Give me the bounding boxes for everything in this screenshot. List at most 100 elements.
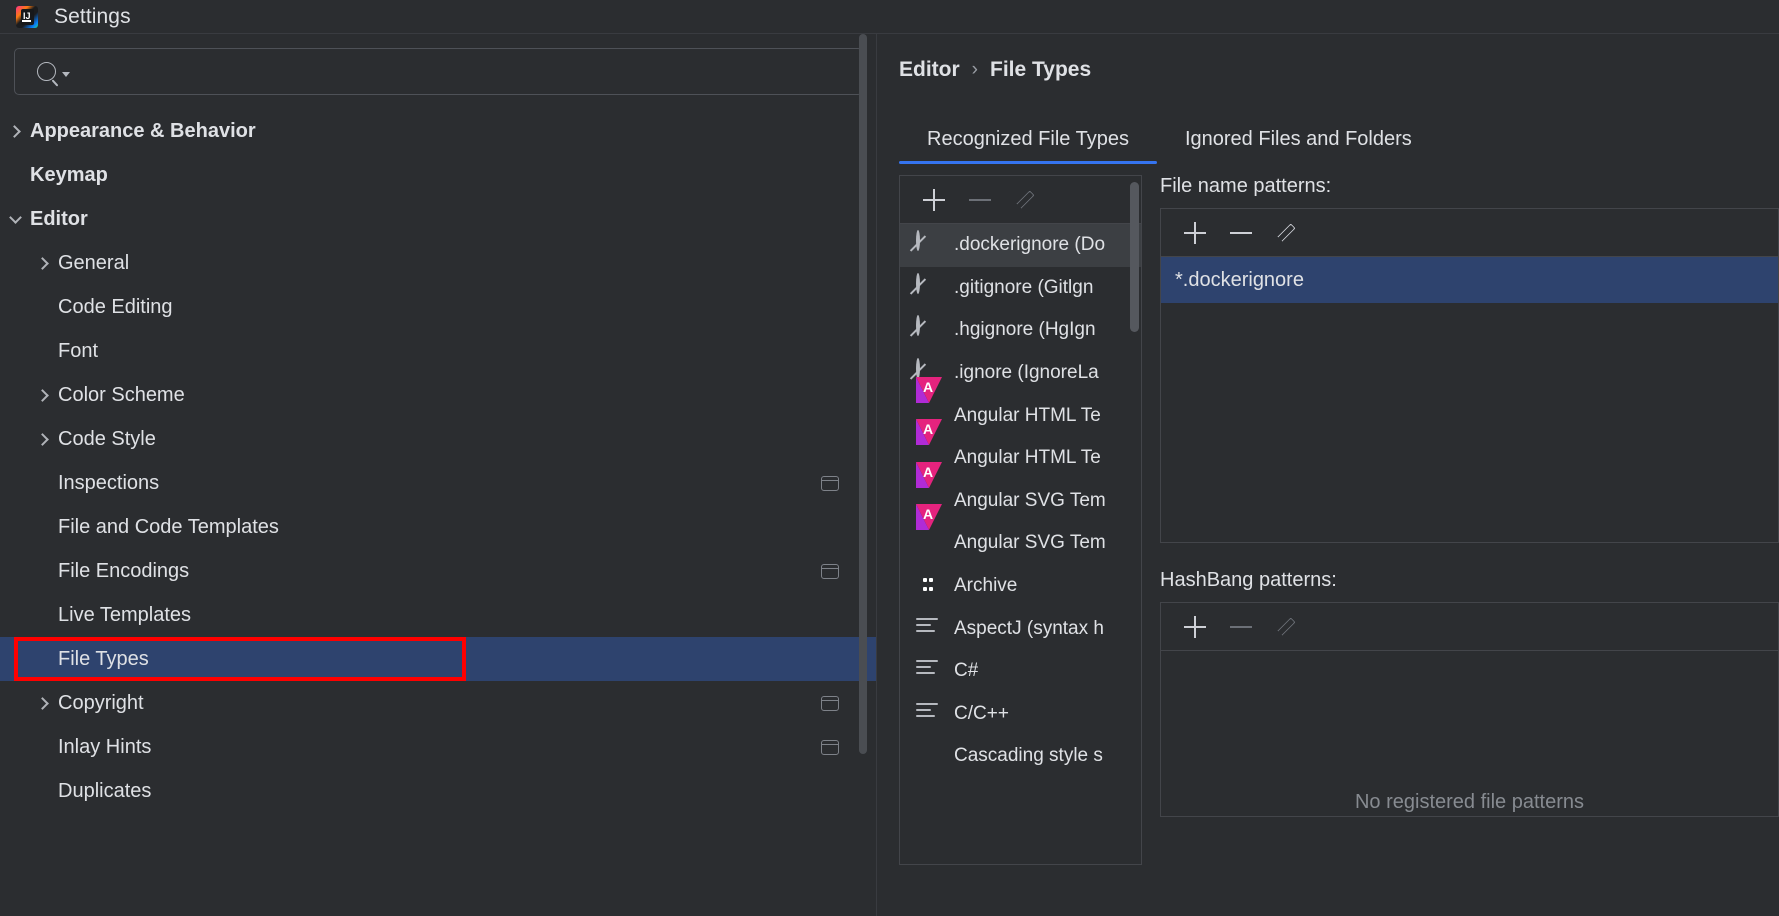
remove-file-type-button[interactable] — [960, 182, 1000, 218]
sidebar-item-inlay-hints[interactable]: Inlay Hints — [0, 725, 877, 769]
hashbang-patterns-list[interactable]: No registered file patterns — [1161, 651, 1778, 816]
edit-file-type-button[interactable] — [1006, 182, 1046, 218]
file-types-list[interactable]: .dockerignore (Do .gitignore (Gitlgn .hgig… — [900, 224, 1141, 864]
search-icon-group[interactable] — [37, 62, 70, 81]
search-container — [0, 34, 877, 95]
sidebar-item-label: Live Templates — [58, 603, 192, 626]
file-type-name: Angular HTML Te — [954, 404, 1101, 426]
minus-icon — [1230, 625, 1252, 628]
sidebar-item-copyright[interactable]: Copyright — [0, 681, 877, 725]
sidebar-item-label: Color Scheme — [58, 383, 185, 406]
breadcrumb-parent[interactable]: Editor — [899, 58, 960, 82]
file-type-list-item[interactable]: AspectJ (syntax h — [900, 607, 1141, 650]
sidebar-item-file-types[interactable]: File Types — [0, 637, 877, 681]
file-type-name: C# — [954, 660, 979, 682]
file-types-toolbar — [900, 176, 1141, 224]
remove-hashbang-pattern-button[interactable] — [1221, 609, 1261, 645]
sidebar-item-label: File Types — [58, 647, 149, 670]
file-type-name: .dockerignore (Do — [954, 234, 1106, 256]
search-input[interactable] — [78, 61, 850, 82]
ignore-icon — [916, 230, 942, 258]
sidebar-item-font[interactable]: Font — [0, 329, 877, 373]
file-type-list-item[interactable]: .dockerignore (Do — [900, 224, 1141, 267]
chevron-right-icon[interactable] — [28, 432, 58, 446]
sidebar-item-color-scheme[interactable]: Color Scheme — [0, 373, 877, 417]
tab-ignored-files-and-folders[interactable]: Ignored Files and Folders — [1157, 128, 1440, 164]
sidebar-item-label: Copyright — [58, 691, 144, 714]
sidebar-item-label: Keymap — [30, 163, 108, 186]
sidebar-item-label: General — [58, 251, 130, 274]
sidebar-item-inspections[interactable]: Inspections — [0, 461, 877, 505]
file-types-list-scrollbar[interactable] — [1130, 182, 1139, 332]
sidebar-item-keymap[interactable]: Keymap — [0, 153, 877, 197]
project-level-settings-icon — [821, 475, 839, 491]
sidebar-item-label: Font — [58, 339, 99, 362]
add-file-type-button[interactable] — [914, 182, 954, 218]
sidebar-scrollbar[interactable] — [859, 34, 867, 754]
text-lines-icon — [916, 616, 942, 642]
sidebar-item-appearance-behavior[interactable]: Appearance & Behavior — [0, 109, 877, 153]
chevron-right-icon[interactable] — [28, 256, 58, 270]
file-type-list-item[interactable]: Angular SVG Tem — [900, 504, 1141, 565]
chevron-right-icon[interactable] — [0, 124, 30, 138]
search-icon — [37, 62, 56, 81]
minus-icon — [1230, 231, 1252, 234]
sidebar-item-general[interactable]: General — [0, 241, 877, 285]
add-hashbang-pattern-button[interactable] — [1175, 609, 1215, 645]
sidebar-item-label: Appearance & Behavior — [30, 119, 256, 142]
sidebar-item-label: File and Code Templates — [58, 515, 279, 538]
breadcrumb: Editor › File Types — [899, 58, 1779, 82]
file-type-name: AspectJ (syntax h — [954, 617, 1104, 639]
file-type-list-item[interactable]: C# — [900, 650, 1141, 693]
search-box[interactable] — [14, 48, 863, 95]
file-name-patterns-label: File name patterns: — [1160, 175, 1332, 197]
sidebar-item-label: Inspections — [58, 471, 160, 494]
file-type-name: Angular SVG Tem — [954, 532, 1106, 554]
intellij-idea-logo-icon: IJ — [14, 4, 40, 30]
tab-recognized-file-types[interactable]: Recognized File Types — [899, 128, 1157, 164]
file-type-list-item[interactable]: .hgignore (HgIgn — [900, 309, 1141, 352]
sidebar-item-code-editing[interactable]: Code Editing — [0, 285, 877, 329]
ignore-icon — [916, 272, 942, 301]
text-lines-icon — [916, 701, 942, 727]
chevron-right-icon[interactable] — [28, 696, 58, 710]
hashbang-patterns-toolbar — [1161, 603, 1778, 651]
sidebar-item-label: Code Editing — [58, 295, 173, 318]
sidebar-item-label: Inlay Hints — [58, 735, 152, 758]
sidebar-item-label: File Encodings — [58, 559, 190, 582]
pencil-icon — [1015, 189, 1037, 211]
file-name-patterns-panel: *.dockerignore — [1160, 208, 1779, 543]
edit-hashbang-pattern-button[interactable] — [1267, 609, 1307, 645]
project-level-settings-icon — [821, 563, 839, 579]
edit-file-name-pattern-button[interactable] — [1267, 215, 1307, 251]
file-name-pattern-item[interactable]: *.dockerignore — [1161, 257, 1778, 303]
chevron-down-icon[interactable] — [0, 210, 30, 224]
file-type-list-item[interactable]: .gitignore (Gitlgn — [900, 267, 1141, 310]
settings-tree[interactable]: Appearance & Behavior Keymap Editor General… — [0, 109, 877, 915]
sidebar-item-editor[interactable]: Editor — [0, 197, 877, 241]
hashbang-empty-message: No registered file patterns — [1354, 791, 1584, 813]
remove-file-name-pattern-button[interactable] — [1221, 215, 1261, 251]
file-type-list-item[interactable]: Cascading style s — [900, 735, 1141, 778]
hashbang-patterns-label: HashBang patterns: — [1160, 569, 1337, 591]
sidebar-item-file-encodings[interactable]: File Encodings — [0, 549, 877, 593]
tab-bar[interactable]: Recognized File Types Ignored Files and F… — [899, 116, 1779, 164]
file-type-list-item[interactable]: Archive — [900, 565, 1141, 608]
file-name-patterns-list[interactable]: *.dockerignore — [1161, 257, 1778, 542]
file-type-name: Archive — [954, 575, 1018, 597]
settings-body: Appearance & Behavior Keymap Editor General… — [0, 34, 1779, 916]
sidebar-item-live-templates[interactable]: Live Templates — [0, 593, 877, 637]
sidebar-item-file-and-code-templates[interactable]: File and Code Templates — [0, 505, 877, 549]
file-type-name: .gitignore (Gitlgn — [954, 276, 1094, 298]
sidebar-item-code-style[interactable]: Code Style — [0, 417, 877, 461]
add-file-name-pattern-button[interactable] — [1175, 215, 1215, 251]
minus-icon — [969, 198, 991, 201]
file-type-list-item[interactable]: C/C++ — [900, 693, 1141, 736]
sidebar-item-duplicates[interactable]: Duplicates — [0, 769, 877, 813]
tab-label: Ignored Files and Folders — [1184, 128, 1412, 150]
breadcrumb-separator-icon: › — [971, 59, 978, 80]
file-type-name: Cascading style s — [954, 745, 1103, 767]
window-title: Settings — [54, 5, 131, 28]
chevron-right-icon[interactable] — [28, 388, 58, 402]
patterns-column: File name patterns: *.dockerignore HashB… — [1142, 175, 1779, 865]
